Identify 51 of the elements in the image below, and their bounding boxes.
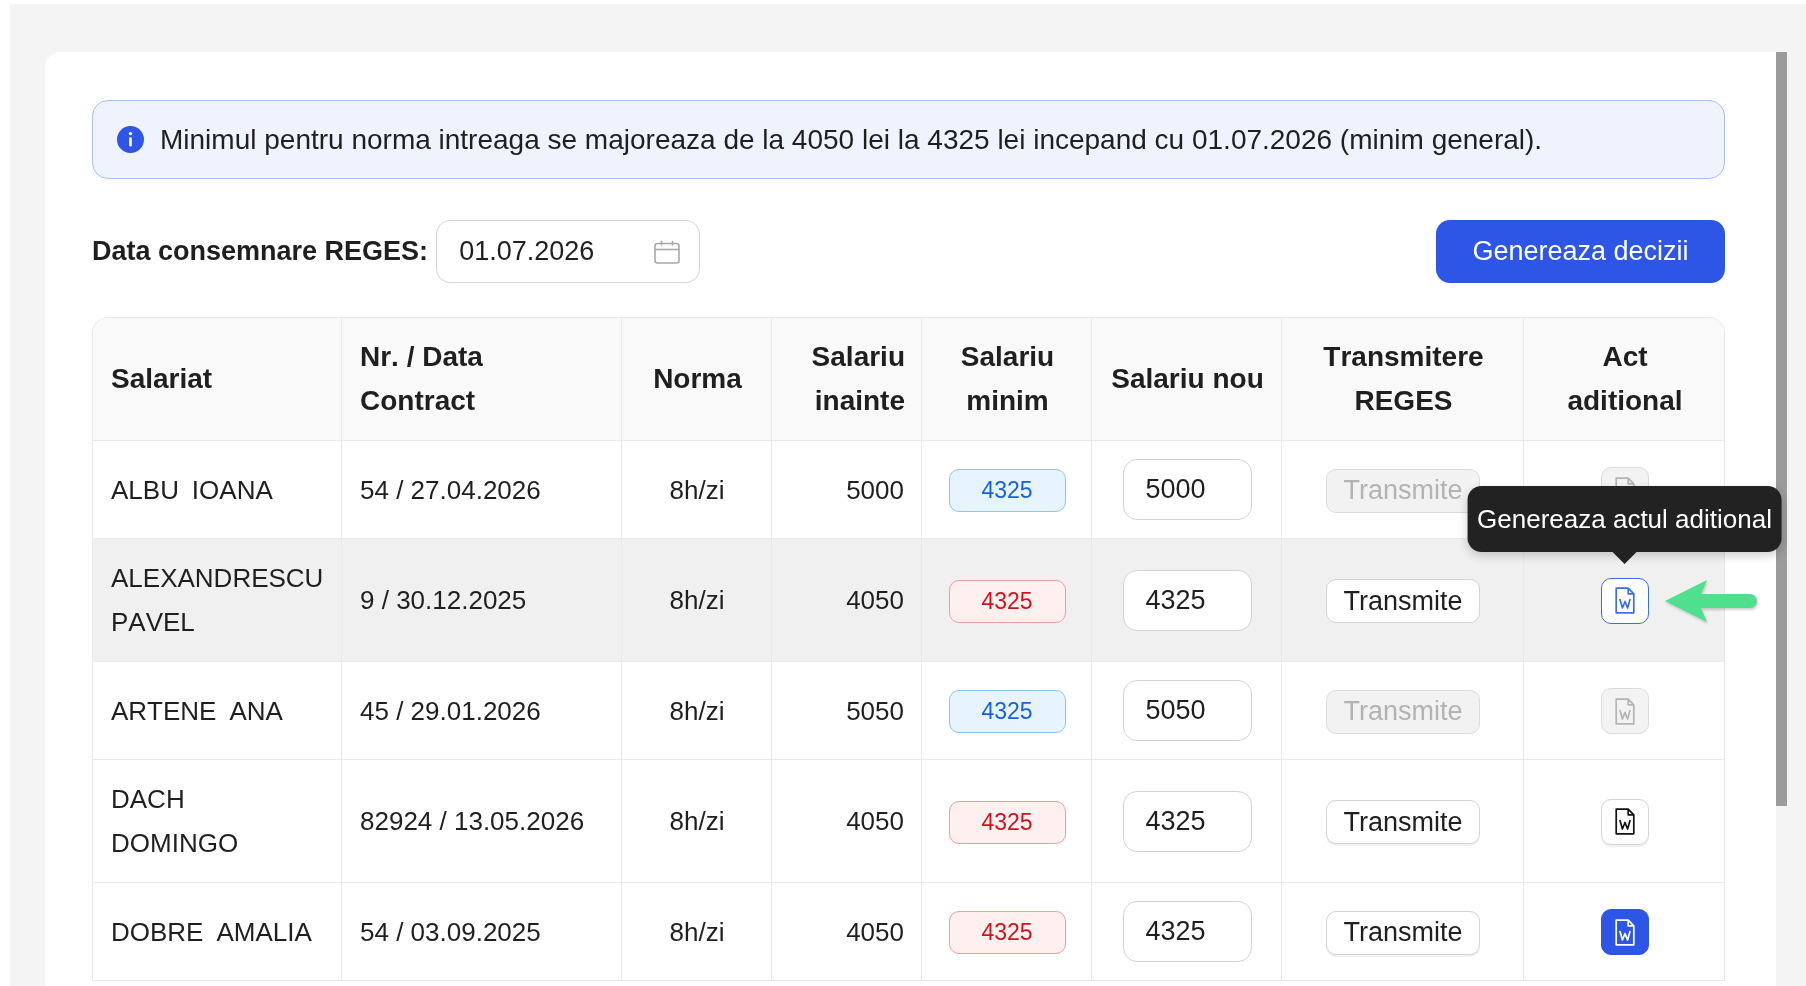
table-cell: 9 / 30.12.2025 xyxy=(342,539,622,662)
salary-input[interactable]: 4325 xyxy=(1122,569,1252,631)
table-cell: 4050 xyxy=(772,539,922,662)
transmit-button[interactable]: Transmite xyxy=(1326,910,1480,955)
table-cell: DACH DOMINGO xyxy=(93,760,342,883)
table-cell: 8h/zi xyxy=(622,441,772,539)
document-icon xyxy=(1614,697,1635,725)
salary-input[interactable]: 4325 xyxy=(1122,901,1252,962)
table-cell: 5000 xyxy=(772,441,922,539)
table-cell: ALEXANDRESCU PAVEL xyxy=(93,539,342,662)
table-cell: 45 / 29.01.2026 xyxy=(342,662,622,760)
minimum-salary-badge: 4325 xyxy=(948,469,1066,513)
table-cell: 54 / 03.09.2025 xyxy=(342,883,622,981)
table-cell: ALBU IOANA xyxy=(93,441,342,539)
minimum-salary-badge: 4325 xyxy=(948,911,1066,955)
table-cell: 4050 xyxy=(772,883,922,981)
minimum-salary-badge: 4325 xyxy=(948,579,1066,623)
tooltip: Genereaza actul aditional xyxy=(1467,485,1782,564)
document-icon xyxy=(1614,918,1635,946)
info-icon xyxy=(117,126,144,153)
column-header: Salariu minim xyxy=(922,318,1092,441)
generate-button[interactable]: Genereaza decizii xyxy=(1436,220,1725,283)
table-cell: 8h/zi xyxy=(622,662,772,760)
table-cell: 8h/zi xyxy=(622,883,772,981)
column-header: Act aditional xyxy=(1524,318,1724,441)
salary-input[interactable]: 4325 xyxy=(1122,790,1252,852)
table-cell: ARTENE ANA xyxy=(93,662,342,760)
table-cell: 4050 xyxy=(772,760,922,883)
date-field[interactable]: 01.07.2026 xyxy=(436,220,701,283)
table-cell: DOBRE AMALIA xyxy=(93,883,342,981)
column-header: Salariat xyxy=(93,318,342,441)
column-header: Transmitere REGES xyxy=(1282,318,1524,441)
alert-text: Minimul pentru norma intreaga se majoreaza de la 4050 lei la 4325 lei incepand cu 01.07.2026 (minim general). xyxy=(160,122,1543,157)
table-cell: 5050 xyxy=(772,662,922,760)
minimum-salary-badge: 4325 xyxy=(948,800,1066,844)
document-icon xyxy=(1614,587,1635,615)
calendar-icon xyxy=(654,239,681,264)
table-cell: 54 / 27.04.2026 xyxy=(342,441,622,539)
transmit-button[interactable]: Transmite xyxy=(1326,800,1480,845)
table-cell: 8h/zi xyxy=(622,760,772,883)
minimum-salary-badge: 4325 xyxy=(948,690,1066,734)
table-cell: 8h/zi xyxy=(622,539,772,662)
column-header: Salariu nou xyxy=(1092,318,1282,441)
column-header: Nr. / Data Contract xyxy=(342,318,622,441)
document-icon xyxy=(1614,808,1635,836)
column-header: Salariu inainte xyxy=(772,318,922,441)
date-label: Data consemnare REGES: xyxy=(92,235,429,269)
transmit-button[interactable]: Transmite xyxy=(1326,579,1480,624)
scrollbar[interactable] xyxy=(1776,52,1787,806)
column-header: Norma xyxy=(622,318,772,441)
table-cell: 82924 / 13.05.2026 xyxy=(342,760,622,883)
